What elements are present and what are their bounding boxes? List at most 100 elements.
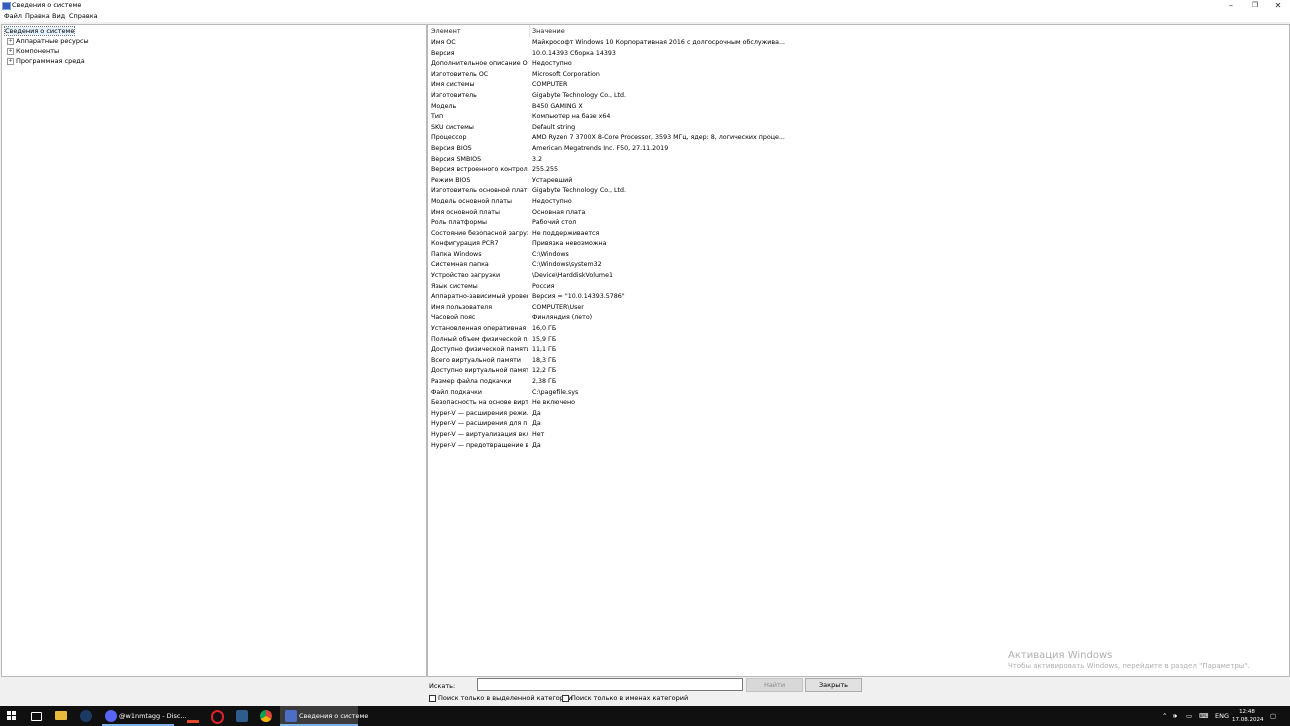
table-row[interactable]: SKU системы Default string — [428, 123, 1289, 134]
notifications-icon[interactable]: ▢ — [1270, 706, 1276, 726]
table-row[interactable]: Изготовитель Gigabyte Technology Co., Ltd… — [428, 91, 1289, 102]
menu-help[interactable]: Справка — [69, 12, 98, 20]
close-window-button[interactable]: ✕ — [1266, 0, 1290, 11]
table-row[interactable]: Имя основной платы Основная плата — [428, 208, 1289, 219]
table-row[interactable]: Системная папка C:\Windows\system32 — [428, 260, 1289, 271]
show-hidden-icons-icon[interactable]: ⌃ — [1162, 706, 1167, 726]
activation-watermark: Активация Windows Чтобы активировать Win… — [1008, 650, 1250, 670]
steam-icon[interactable] — [80, 710, 92, 722]
category-tree[interactable]: Сведения о системе + Аппаратные ресурсы +… — [1, 24, 427, 677]
tree-item-hardware-resources[interactable]: + Аппаратные ресурсы — [7, 37, 89, 45]
table-row[interactable]: Имя ОС Майкрософт Windows 10 Корпоративна… — [428, 38, 1289, 49]
table-row[interactable]: Устройство загрузки \Device\HarddiskVolum… — [428, 271, 1289, 282]
taskbar-discord[interactable]: @w1nmtagg - Disc... — [100, 706, 187, 726]
clock[interactable]: 12:48 17.08.2024 — [1232, 708, 1264, 724]
table-row[interactable]: Имя пользователя COMPUTER\User — [428, 303, 1289, 314]
table-row[interactable]: Изготовитель основной платы Gigabyte Tech… — [428, 186, 1289, 197]
table-row[interactable]: Hyper-V — виртуализация вкл... Нет — [428, 430, 1289, 441]
network-icon[interactable]: ▭ — [1186, 706, 1192, 726]
window-title: Сведения о системе — [12, 1, 82, 9]
table-row[interactable]: Роль платформы Рабочий стол — [428, 218, 1289, 229]
row-value-cell: Россия — [532, 282, 555, 290]
tree-item-system-summary[interactable]: Сведения о системе — [3, 26, 76, 36]
table-row[interactable]: Hyper-V — расширения для п... Да — [428, 419, 1289, 430]
clock-date: 17.08.2024 — [1232, 717, 1264, 723]
row-item-cell: Всего виртуальной памяти — [431, 356, 521, 364]
search-input[interactable] — [477, 678, 743, 691]
table-row[interactable]: Доступно виртуальной памяти 12,2 ГБ — [428, 366, 1289, 377]
table-row[interactable]: Конфигурация PCR7 Привязка невозможна — [428, 239, 1289, 250]
row-value-cell: COMPUTER — [532, 81, 568, 89]
checkbox-icon[interactable] — [562, 694, 569, 702]
table-row[interactable]: Аппаратно-зависимый уровен... Версия = "1… — [428, 292, 1289, 303]
table-row[interactable]: Имя системы COMPUTER — [428, 80, 1289, 91]
table-row[interactable]: Изготовитель ОС Microsoft Corporation — [428, 70, 1289, 81]
table-row[interactable]: Полный объем физической па... 15,9 ГБ — [428, 335, 1289, 346]
table-row[interactable]: Версия SMBIOS 3.2 — [428, 155, 1289, 166]
find-button[interactable]: Найти — [746, 678, 803, 692]
menu-file[interactable]: Файл — [4, 12, 22, 20]
menu-edit[interactable]: Правка — [25, 12, 50, 20]
table-row[interactable]: Модель основной платы Недоступно — [428, 197, 1289, 208]
clock-time: 12:48 — [1239, 709, 1255, 715]
details-list[interactable]: Элемент Значение Имя ОС Майкрософт Window… — [427, 24, 1290, 677]
taskbar-system-info[interactable]: Сведения о системе — [280, 706, 368, 726]
restore-button[interactable]: ❐ — [1243, 0, 1267, 11]
table-row[interactable]: Hyper-V — предотвращение в... Да — [428, 441, 1289, 452]
checkbox-icon[interactable] — [429, 694, 436, 702]
column-divider[interactable] — [529, 25, 530, 37]
table-row[interactable]: Тип Компьютер на базе x64 — [428, 112, 1289, 123]
table-row[interactable]: Режим BIOS Устаревший — [428, 176, 1289, 187]
table-row[interactable]: Файл подкачки C:\pagefile.sys — [428, 388, 1289, 399]
search-panel: Искать: Найти Закрыть Поиск только в выд… — [427, 677, 1290, 705]
column-header-item[interactable]: Элемент — [431, 27, 461, 35]
row-value-cell: Microsoft Corporation — [532, 70, 600, 78]
table-row[interactable]: Безопасность на основе вирту... Не включе… — [428, 398, 1289, 409]
opera-icon[interactable] — [211, 710, 224, 724]
row-item-cell: Установленная оперативная п... — [431, 325, 528, 333]
language-indicator[interactable]: ENG — [1215, 706, 1229, 726]
row-value-cell: Не включено — [532, 399, 576, 407]
row-item-cell: Версия — [431, 49, 455, 57]
file-explorer-icon[interactable] — [55, 711, 67, 720]
media-app-icon[interactable] — [187, 712, 199, 723]
tree-item-components[interactable]: + Компоненты — [7, 47, 59, 55]
table-row[interactable]: Язык системы Россия — [428, 282, 1289, 293]
keyboard-icon[interactable]: ⌨ — [1199, 706, 1208, 726]
expand-plus-icon[interactable]: + — [7, 57, 14, 65]
table-row[interactable]: Модель B450 GAMING X — [428, 102, 1289, 113]
menu-view[interactable]: Вид — [52, 12, 65, 20]
table-row[interactable]: Папка Windows C:\Windows — [428, 250, 1289, 261]
column-header-value[interactable]: Значение — [532, 27, 565, 35]
table-row[interactable]: Состояние безопасной загруз... Не поддерж… — [428, 229, 1289, 240]
table-row[interactable]: Доступно физической памяти 11,1 ГБ — [428, 345, 1289, 356]
expand-plus-icon[interactable]: + — [7, 47, 14, 55]
table-row[interactable]: Дополнительное описание ОС Недоступно — [428, 59, 1289, 70]
start-windows-icon[interactable] — [7, 711, 16, 720]
utility-app-icon[interactable] — [236, 710, 248, 722]
table-row[interactable]: Процессор AMD Ryzen 7 3700X 8-Core Proces… — [428, 133, 1289, 144]
table-row[interactable]: Hyper-V — расширения режи... Да — [428, 409, 1289, 420]
tree-item-software-environment[interactable]: + Программная среда — [7, 57, 85, 65]
checkbox-selected-category[interactable]: Поиск только в выделенной категории — [429, 694, 572, 702]
checkbox-category-names[interactable]: Поиск только в именах категорий — [562, 694, 688, 702]
close-search-button[interactable]: Закрыть — [805, 678, 862, 692]
row-value-cell: Нет — [532, 430, 545, 438]
table-row[interactable]: Версия 10.0.14393 Сборка 14393 — [428, 49, 1289, 60]
checkbox-label: Поиск только в именах категорий — [571, 694, 689, 702]
table-row[interactable]: Всего виртуальной памяти 18,3 ГБ — [428, 356, 1289, 367]
table-row[interactable]: Часовой пояс Финляндия (лето) — [428, 313, 1289, 324]
chrome-icon[interactable] — [260, 710, 272, 722]
minimize-button[interactable]: – — [1219, 0, 1243, 11]
task-view-icon[interactable] — [31, 712, 42, 721]
table-row[interactable]: Версия BIOS American Megatrends Inc. F50,… — [428, 144, 1289, 155]
expand-plus-icon[interactable]: + — [7, 37, 14, 45]
row-item-cell: Конфигурация PCR7 — [431, 240, 499, 248]
volume-icon[interactable]: 🕪 — [1173, 706, 1177, 726]
row-item-cell: Размер файла подкачки — [431, 378, 512, 385]
table-row[interactable]: Размер файла подкачки 2,38 ГБ — [428, 377, 1289, 388]
menu-bar: Файл Правка Вид Справка — [0, 11, 1290, 22]
table-row[interactable]: Установленная оперативная п... 16,0 ГБ — [428, 324, 1289, 335]
row-item-cell: Папка Windows — [431, 250, 482, 258]
table-row[interactable]: Версия встроенного контролл... 255.255 — [428, 165, 1289, 176]
